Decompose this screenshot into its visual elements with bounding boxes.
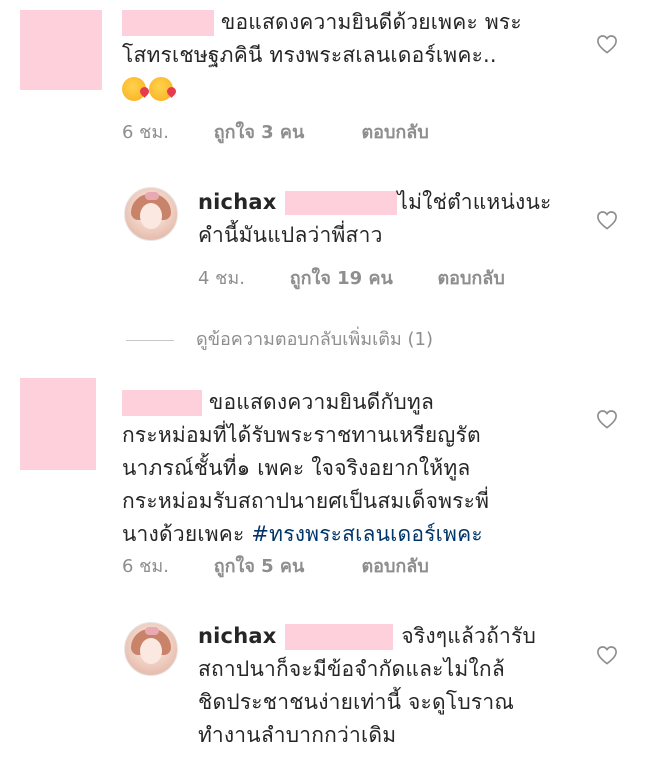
heart-outline-icon[interactable] xyxy=(596,210,618,230)
comment-meta: 6 ชม. ถูกใจ 3 คน ตอบกลับ xyxy=(122,117,429,146)
username-link[interactable]: nichax xyxy=(198,624,276,648)
avatar-face xyxy=(140,203,162,229)
reply-button[interactable]: ตอบกลับ xyxy=(437,263,504,292)
reply-button[interactable]: ตอบกลับ xyxy=(361,117,428,146)
comment-line: กระหม่อมที่ได้รับพระราชทานเหรียญรัต xyxy=(122,423,481,447)
comment-line: ขอแสดงความยินดีด้วยเพคะ พระ xyxy=(220,10,522,34)
comment-line: กระหม่อมรับสถาปนายศเป็นสมเด็จพระพี่ xyxy=(122,489,490,513)
likes-count[interactable]: ถูกใจ 3 คน xyxy=(214,117,356,146)
avatar[interactable] xyxy=(124,622,178,676)
redacted-username[interactable] xyxy=(285,191,398,215)
heart-outline-icon[interactable] xyxy=(596,409,618,429)
divider xyxy=(126,339,174,341)
comment-line: ไม่ใช่ตำแหน่งนะ xyxy=(397,190,552,214)
view-more-label: ดูข้อความตอบกลับเพิ่มเติม (1) xyxy=(196,329,434,350)
redacted-username[interactable] xyxy=(285,624,394,650)
comment-line: โสทรเชษฐภคินี ทรงพระสเลนเดอร์เพคะ.. xyxy=(122,43,497,67)
comment-text: nichax จริงๆแล้วถ้ารับ สถาปนาก็จะมีข้อจำ… xyxy=(198,620,598,752)
kiss-emoji-icon xyxy=(122,77,146,101)
comment-line: นาภรณ์ชั้นที่๑ เพคะ ใจจริงอยากให้ทูล xyxy=(122,456,471,480)
comments-thread: ขอแสดงความยินดีด้วยเพคะ พระ โสทรเชษฐภคิน… xyxy=(0,0,650,757)
avatar[interactable] xyxy=(20,378,96,470)
comment-line: คำนี้มันแปลว่าพี่สาว xyxy=(198,223,383,247)
avatar[interactable] xyxy=(20,10,102,90)
redacted-username[interactable] xyxy=(122,390,202,416)
likes-count[interactable]: ถูกใจ 19 คน xyxy=(290,263,432,292)
comment-text: nichax ไม่ใช่ตำแหน่งนะ คำนี้มันแปลว่าพี่… xyxy=(198,186,598,252)
avatar-bow xyxy=(145,192,159,200)
comment-line: ทำงานลำบากกว่าเดิม xyxy=(198,723,397,747)
kiss-emoji-icon xyxy=(149,77,173,101)
comment-time: 6 ชม. xyxy=(122,556,169,577)
heart-outline-icon[interactable] xyxy=(596,645,618,665)
comment-text: ขอแสดงความยินดีกับทูล กระหม่อมที่ได้รับพ… xyxy=(122,386,592,551)
heart-outline-icon[interactable] xyxy=(596,34,618,54)
comment-time: 6 ชม. xyxy=(122,122,169,143)
view-more-replies-button[interactable]: ดูข้อความตอบกลับเพิ่มเติม (1) xyxy=(126,324,433,353)
hashtag-link[interactable]: #ทรงพระสเลนเดอร์เพคะ xyxy=(251,522,482,546)
reply-button[interactable]: ตอบกลับ xyxy=(361,551,428,580)
username-link[interactable]: nichax xyxy=(198,190,276,214)
comment-line: นางด้วยเพคะ xyxy=(122,522,245,546)
comment-meta: 6 ชม. ถูกใจ 5 คน ตอบกลับ xyxy=(122,551,429,580)
comment-meta: 4 ชม. ถูกใจ 19 คน ตอบกลับ xyxy=(198,263,505,292)
comment-time: 4 ชม. xyxy=(198,268,245,289)
comment-text: ขอแสดงความยินดีด้วยเพคะ พระ โสทรเชษฐภคิน… xyxy=(122,6,592,105)
redacted-username[interactable] xyxy=(122,10,214,36)
comment-line: จริงๆแล้วถ้ารับ xyxy=(401,624,536,648)
likes-count[interactable]: ถูกใจ 5 คน xyxy=(214,551,356,580)
avatar[interactable] xyxy=(124,187,178,241)
avatar-face xyxy=(140,638,162,664)
comment-line: ชิดประชาชนง่ายเท่านี้ จะดูโบราณ xyxy=(198,690,515,714)
comment-line: สถาปนาก็จะมีข้อจำกัดและไม่ใกล้ xyxy=(198,657,505,681)
avatar-bow xyxy=(145,627,159,635)
comment-line: ขอแสดงความยินดีกับทูล xyxy=(208,390,435,414)
